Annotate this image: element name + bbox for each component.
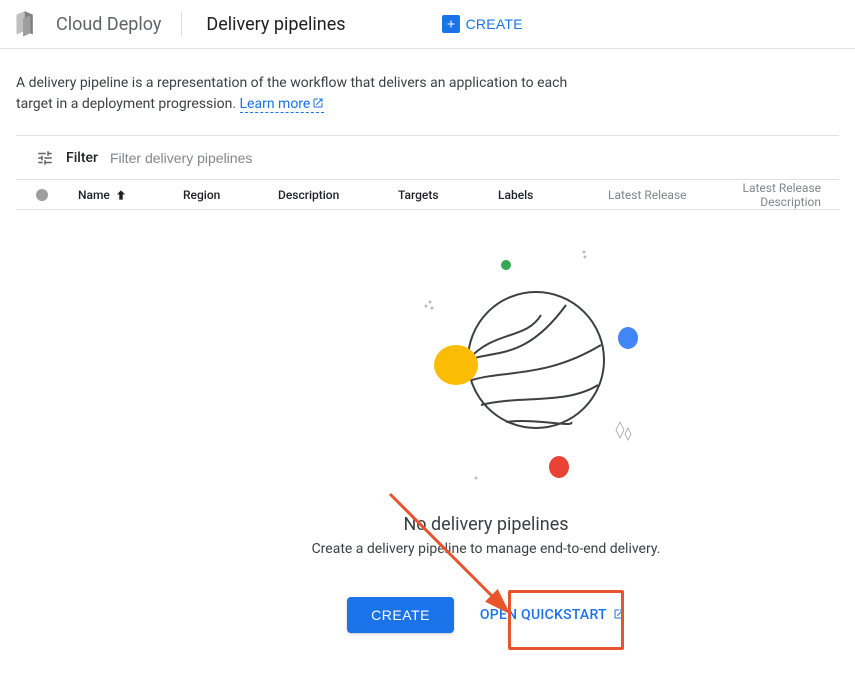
create-button-top[interactable]: CREATE xyxy=(430,7,535,41)
product-logo xyxy=(8,10,46,38)
empty-state: No delivery pipelines Create a delivery … xyxy=(226,510,746,633)
column-header-latest-release[interactable]: Latest Release xyxy=(608,188,713,202)
empty-state-title: No delivery pipelines xyxy=(403,514,568,535)
empty-state-subtitle: Create a delivery pipeline to manage end… xyxy=(312,541,661,557)
column-header-labels[interactable]: Labels xyxy=(498,188,608,202)
column-header-latest-release-description[interactable]: Latest Release Description xyxy=(713,181,821,209)
open-quickstart-link[interactable]: OPEN QUICKSTART xyxy=(480,607,625,623)
create-button-top-label: CREATE xyxy=(466,16,523,32)
filter-row: Filter xyxy=(16,136,839,180)
empty-state-area: No delivery pipelines Create a delivery … xyxy=(16,210,839,690)
page-title: Delivery pipelines xyxy=(188,14,369,35)
open-quickstart-label: OPEN QUICKSTART xyxy=(480,607,607,623)
column-header-description[interactable]: Description xyxy=(278,188,398,202)
plus-icon xyxy=(442,15,460,33)
external-link-icon xyxy=(312,97,324,109)
content-area: A delivery pipeline is a representation … xyxy=(0,49,855,690)
filter-input[interactable] xyxy=(110,150,829,166)
divider xyxy=(181,11,182,37)
filter-icon xyxy=(36,149,54,167)
column-header-name[interactable]: Name xyxy=(78,188,183,202)
column-header-region[interactable]: Region xyxy=(183,188,278,202)
product-name: Cloud Deploy xyxy=(46,14,175,35)
empty-state-illustration xyxy=(366,250,646,510)
column-name-label: Name xyxy=(78,188,110,202)
external-link-icon xyxy=(613,608,625,620)
create-button-empty[interactable]: CREATE xyxy=(347,597,454,633)
intro-text: A delivery pipeline is a representation … xyxy=(16,73,576,115)
empty-state-actions: CREATE OPEN QUICKSTART xyxy=(347,597,625,633)
filter-trigger[interactable]: Filter xyxy=(36,149,829,167)
top-bar: Cloud Deploy Delivery pipelines CREATE xyxy=(0,0,855,49)
cloud-deploy-icon xyxy=(13,10,41,38)
table-header-row: Name Region Description Targets Labels L… xyxy=(16,180,839,210)
learn-more-link[interactable]: Learn more xyxy=(240,96,325,113)
select-all-column[interactable] xyxy=(34,189,78,201)
learn-more-label: Learn more xyxy=(240,96,311,112)
sort-ascending-icon xyxy=(114,188,128,202)
pipeline-table: Filter Name Region Description Targets L… xyxy=(16,135,839,210)
column-header-targets[interactable]: Targets xyxy=(398,188,498,202)
select-all-indicator xyxy=(36,189,48,201)
filter-label: Filter xyxy=(66,150,98,166)
